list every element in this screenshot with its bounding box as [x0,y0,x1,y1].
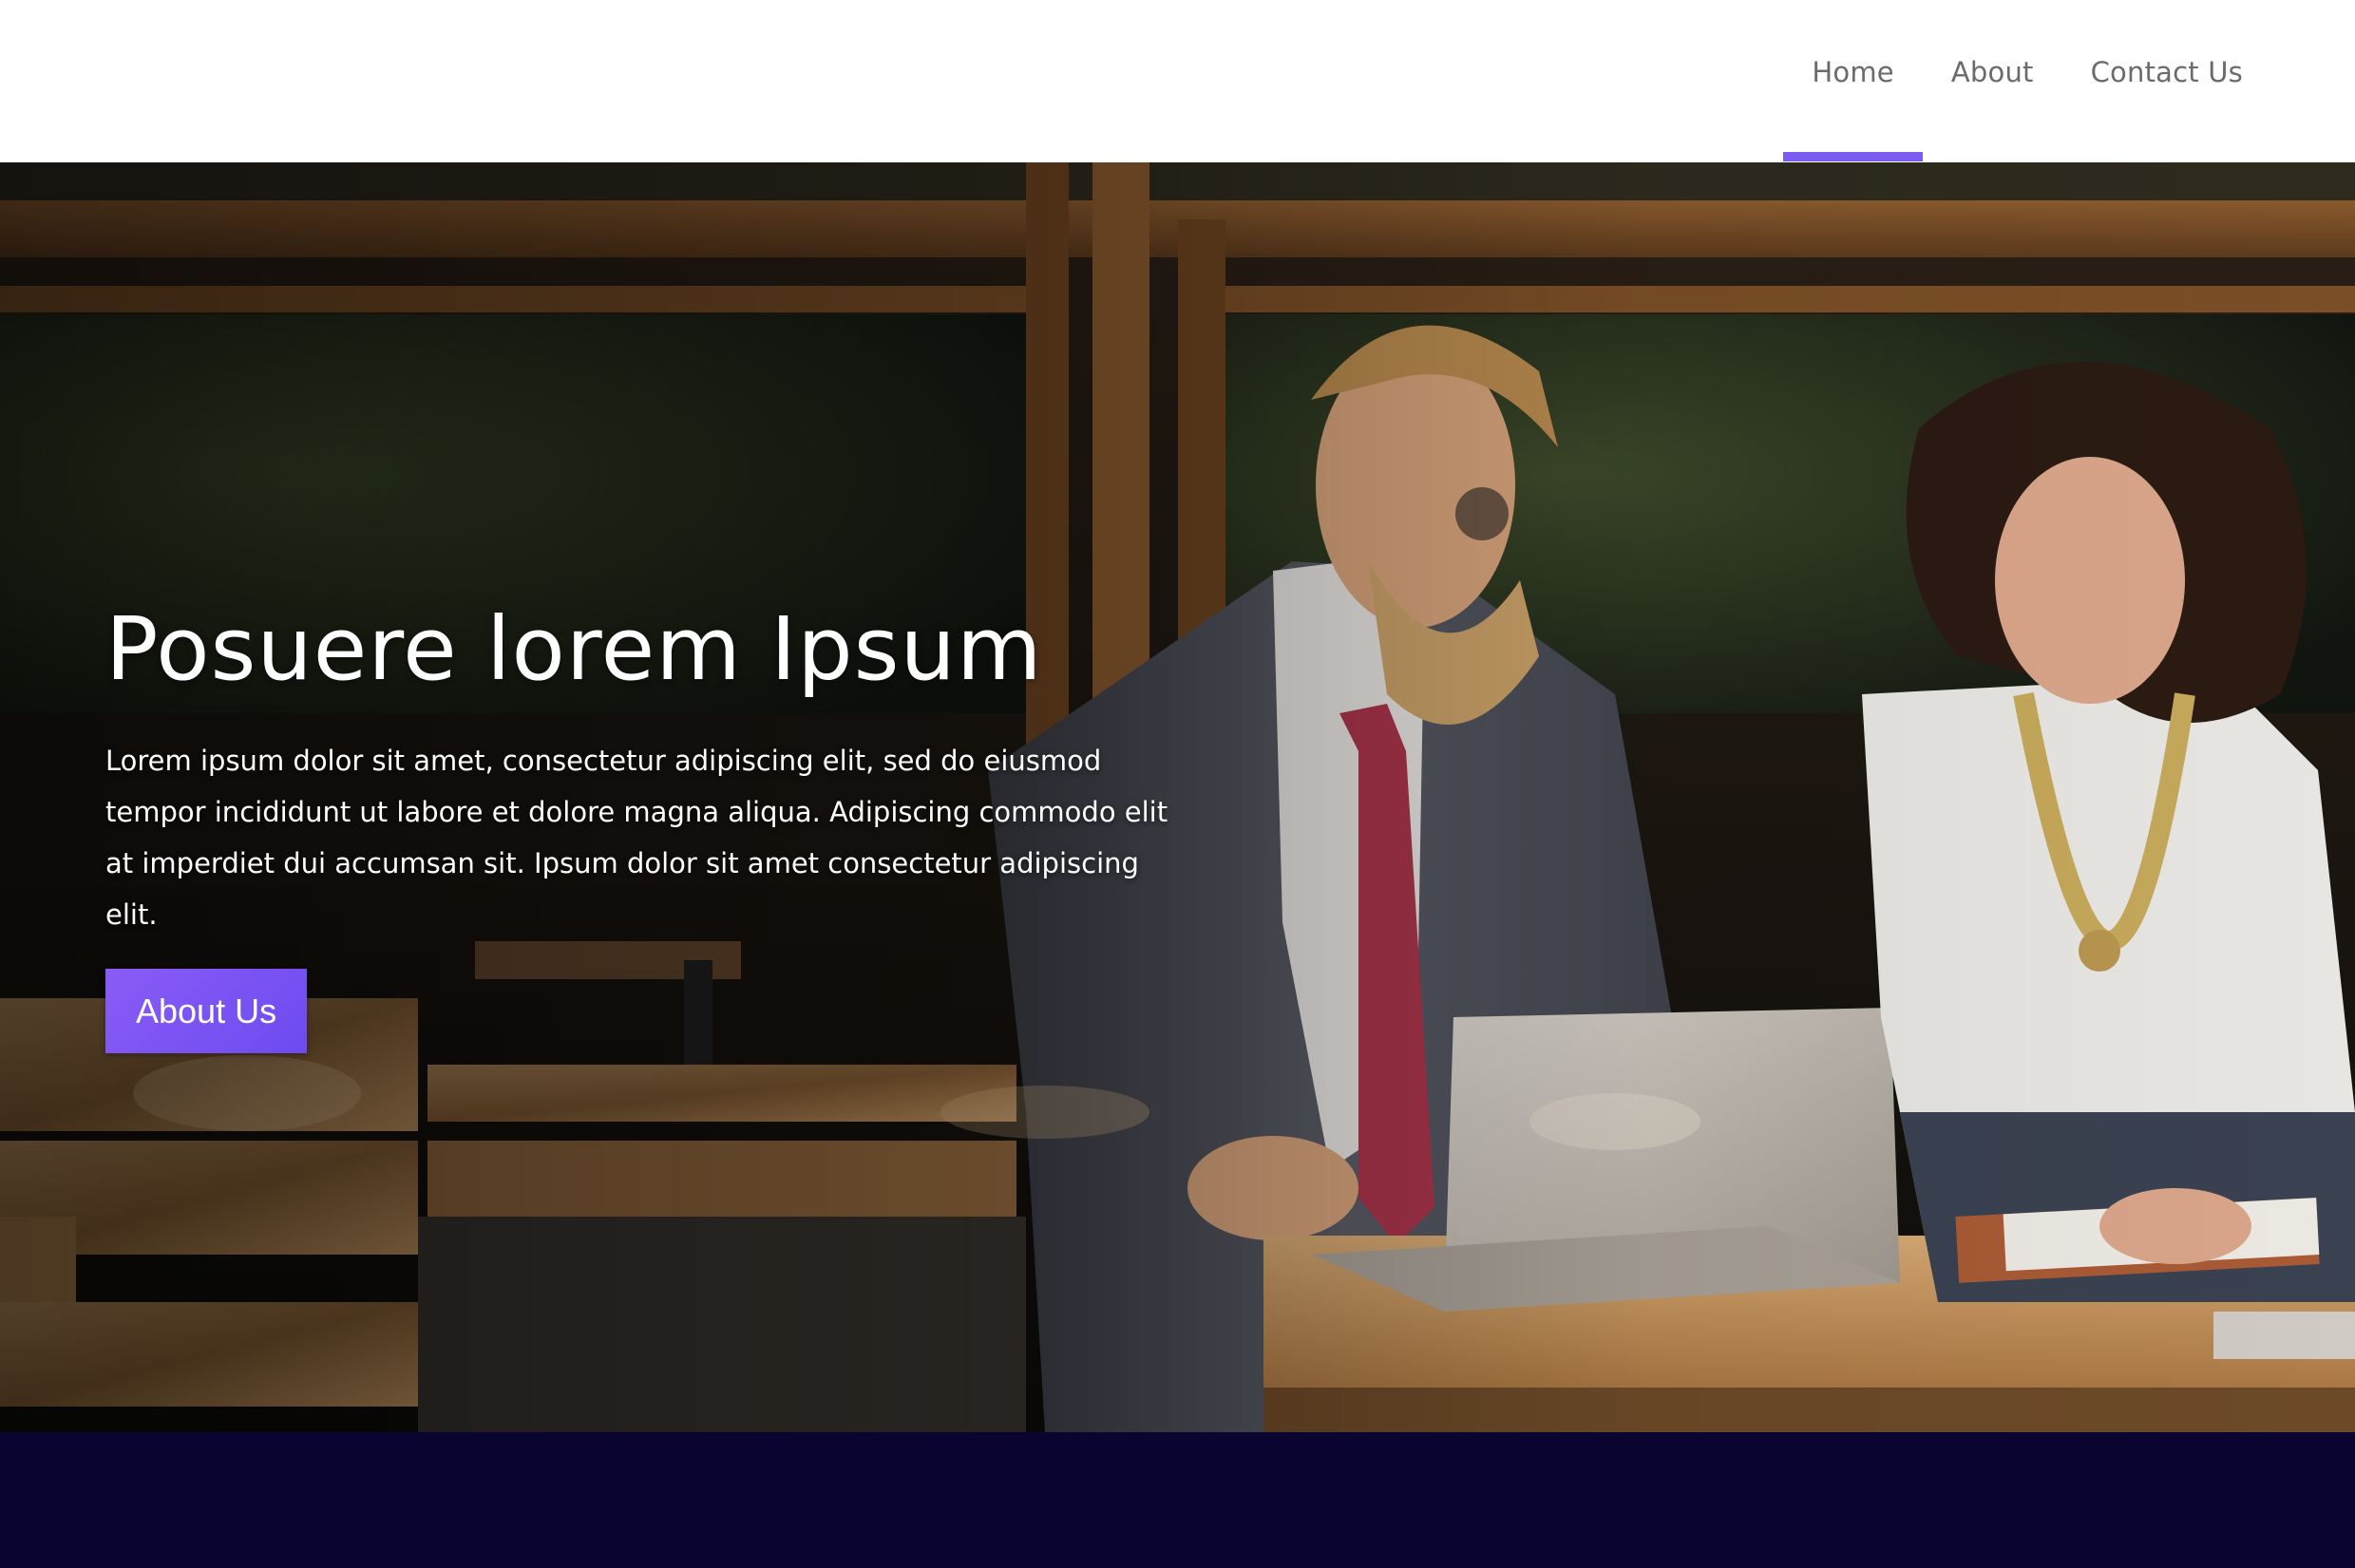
nav-item-contact-us-label: Contact Us [2090,56,2243,88]
nav-item-contact-us[interactable]: Contact Us [2062,0,2271,162]
nav-item-about-label: About [1950,56,2034,88]
site-header: Home About Contact Us [0,0,2355,162]
nav-item-about[interactable]: About [1923,0,2062,162]
hero-title: Posuere lorem Ipsum [105,598,1043,700]
nav-item-home[interactable]: Home [1783,0,1924,162]
hero-description: Lorem ipsum dolor sit amet, consectetur … [105,745,1168,932]
main-nav: Home About Contact Us [1783,0,2271,162]
about-us-button[interactable]: About Us [105,969,308,1054]
hero-content: Posuere lorem Ipsum Lorem ipsum dolor si… [105,598,1198,1054]
nav-item-home-label: Home [1812,56,1894,88]
hero-section: Posuere lorem Ipsum Lorem ipsum dolor si… [0,162,2355,1432]
dark-footer-band [0,1432,2355,1568]
page: Home About Contact Us Posuere lorem Ipsu… [0,0,2355,1568]
